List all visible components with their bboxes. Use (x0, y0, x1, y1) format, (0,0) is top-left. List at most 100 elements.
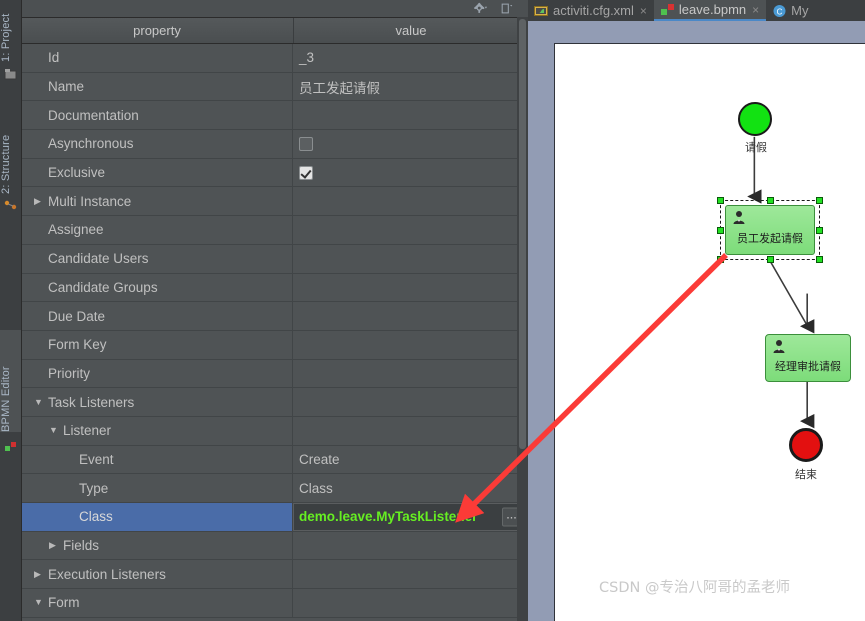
property-value-cell[interactable]: demo.leave.MyTaskListener... (293, 503, 528, 531)
property-name-cell[interactable]: Candidate Users (21, 244, 293, 273)
property-name-cell[interactable]: Event (21, 445, 293, 474)
resize-handle-e[interactable] (816, 227, 823, 234)
property-name-cell[interactable]: Priority (21, 359, 293, 388)
property-row[interactable]: Candidate Groups (21, 273, 528, 303)
property-name-cell[interactable]: Exclusive (21, 158, 293, 187)
resize-handle-ne[interactable] (816, 197, 823, 204)
chevron-right-icon[interactable]: ▶ (49, 541, 60, 550)
property-row[interactable]: Candidate Users (21, 244, 528, 274)
bpmn-selection-outline (717, 197, 823, 263)
sidebar-tab-structure[interactable]: 2: Structure (0, 108, 21, 194)
property-name-cell[interactable]: Id (21, 44, 293, 72)
resize-handle-w[interactable] (717, 227, 724, 234)
property-value-cell[interactable] (293, 532, 528, 560)
property-name-cell[interactable]: Class (21, 503, 293, 531)
sidebar-tab-bpmn-editor[interactable]: BPMN Editor (0, 330, 21, 432)
property-name-cell[interactable]: Due Date (21, 302, 293, 330)
chevron-right-icon[interactable]: ▶ (34, 569, 45, 579)
chevron-down-icon[interactable]: ▼ (34, 397, 45, 407)
property-row[interactable]: ▶ Execution Listeners (21, 560, 528, 590)
resize-handle-se[interactable] (816, 256, 823, 263)
property-row[interactable]: Type Class (21, 474, 528, 503)
editor-tab-leave-bpmn[interactable]: leave.bpmn × (653, 0, 767, 21)
properties-scrollbar[interactable] (517, 17, 528, 621)
property-name-cell[interactable]: ▶ Fields (21, 531, 293, 560)
checkbox-unchecked[interactable] (299, 136, 313, 151)
close-icon[interactable]: × (752, 4, 759, 16)
property-row[interactable]: Name 员工发起请假 (21, 72, 528, 102)
property-row[interactable]: ▼ Listener (21, 416, 528, 446)
property-name-cell[interactable]: ▼ Listener (21, 416, 293, 445)
property-name-label: Form (48, 595, 80, 611)
property-value-cell[interactable] (293, 388, 528, 416)
property-row[interactable]: ▼ Task Listeners (21, 388, 528, 417)
left-tool-strip: 1: Project 2: Structure BPMN Editor (0, 0, 22, 621)
property-row[interactable]: ▼ Form (21, 589, 528, 618)
property-name-cell[interactable]: Candidate Groups (21, 273, 293, 302)
property-value-cell[interactable] (293, 130, 528, 158)
property-row[interactable]: ▶ Multi Instance (21, 187, 528, 217)
property-name-cell[interactable]: Form Key (21, 330, 293, 359)
property-name-cell[interactable]: Asynchronous (21, 130, 293, 158)
property-value-cell[interactable]: _3 (293, 44, 528, 72)
properties-scrollbar-thumb[interactable] (519, 19, 526, 449)
property-row[interactable]: Class demo.leave.MyTaskListener... (21, 503, 528, 532)
property-name-cell[interactable]: Assignee (21, 216, 293, 244)
resize-handle-nw[interactable] (717, 197, 724, 204)
bpmn-diagram-canvas[interactable]: 请假 员工发起请假 经理审批请假 结束 CSDN @专治八阿哥的孟老师 (554, 43, 865, 621)
property-value-cell[interactable] (293, 560, 528, 588)
property-name-cell[interactable]: Documentation (21, 101, 293, 130)
panel-layout-icon[interactable] (500, 2, 514, 15)
property-value-cell[interactable] (293, 331, 528, 359)
chevron-right-icon[interactable]: ▶ (34, 196, 45, 206)
property-value-cell[interactable] (293, 101, 528, 129)
property-name-cell[interactable]: Type (21, 474, 293, 502)
property-value-cell[interactable] (293, 274, 528, 302)
chevron-down-icon[interactable]: ▼ (34, 598, 45, 607)
property-row[interactable]: ▶ Fields (21, 531, 528, 561)
property-value-cell[interactable] (293, 216, 528, 244)
property-row[interactable]: Due Date (21, 302, 528, 331)
checkbox-checked[interactable] (299, 165, 313, 180)
property-value-cell[interactable] (293, 589, 528, 617)
property-value-cell[interactable] (293, 187, 528, 215)
property-row[interactable]: Assignee (21, 216, 528, 245)
properties-table-body: Id _3 Name 员工发起请假 Documentation Asynchrono… (21, 44, 528, 618)
property-row[interactable]: Asynchronous (21, 130, 528, 159)
resize-handle-n[interactable] (767, 197, 774, 204)
property-name-cell[interactable]: Name (21, 72, 293, 101)
gear-icon[interactable] (474, 2, 488, 15)
property-value-cell[interactable] (293, 417, 528, 445)
close-icon[interactable]: × (640, 5, 647, 17)
property-value-cell[interactable] (293, 302, 528, 330)
sidebar-tab-project[interactable]: 1: Project (0, 0, 21, 62)
property-name-label: Assignee (48, 222, 104, 238)
property-row[interactable]: Priority (21, 359, 528, 389)
property-row[interactable]: Exclusive (21, 158, 528, 188)
property-row[interactable]: Documentation (21, 101, 528, 131)
property-name-cell[interactable]: ▼ Task Listeners (21, 388, 293, 416)
property-value-cell[interactable] (293, 159, 528, 187)
property-row[interactable]: Id _3 (21, 44, 528, 73)
property-value-cell[interactable]: 员工发起请假 (293, 73, 528, 101)
property-name-cell[interactable]: ▼ Form (21, 589, 293, 617)
chevron-down-icon[interactable]: ▼ (49, 426, 60, 435)
editor-tab-my[interactable]: C My (766, 0, 815, 21)
property-value-cell[interactable] (293, 245, 528, 273)
column-header-property[interactable]: property (21, 18, 294, 43)
resize-handle-sw[interactable] (717, 256, 724, 263)
editor-tab-activiti-cfg-xml[interactable]: activiti.cfg.xml × (528, 0, 654, 21)
property-value-cell[interactable]: Create (293, 446, 528, 474)
property-value-cell[interactable] (293, 360, 528, 388)
property-row[interactable]: Form Key (21, 330, 528, 360)
property-name-cell[interactable]: ▶ Execution Listeners (21, 560, 293, 589)
property-row[interactable]: Event Create (21, 445, 528, 475)
column-header-value[interactable]: value (294, 18, 528, 43)
bpmn-start-event[interactable] (738, 102, 772, 136)
bpmn-end-event[interactable] (789, 428, 823, 462)
resize-handle-s[interactable] (767, 256, 774, 263)
property-name-cell[interactable]: ▶ Multi Instance (21, 187, 293, 216)
property-value-cell[interactable]: Class (293, 474, 528, 502)
